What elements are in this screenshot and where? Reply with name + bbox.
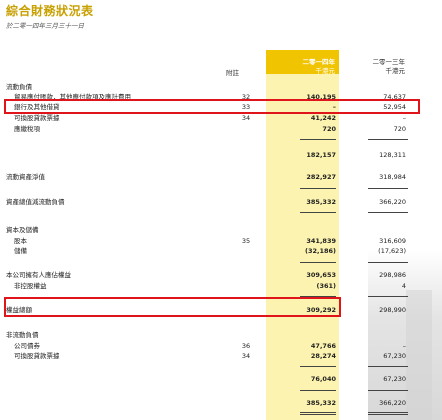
row-current-value: 41,242 (310, 114, 336, 122)
row-prior-value: 366,220 (379, 399, 406, 407)
row-current-value: 76,040 (310, 375, 336, 383)
prior-unit-label: 千港元 (385, 67, 406, 75)
current-year-header: 二零一四年 千港元 (266, 50, 339, 75)
row-prior-value: 316,609 (379, 237, 406, 245)
page-title: 綜合財務狀況表 (6, 4, 94, 18)
row-label: 流動資產淨值 (6, 173, 45, 181)
highlight-box-total-equity (4, 297, 341, 317)
prior-year-header: 二零一三年 千港元 (345, 50, 409, 75)
row-prior-value: 318,984 (379, 173, 406, 181)
row-prior-value: 128,311 (379, 151, 406, 159)
row-current-value: 28,274 (310, 352, 336, 360)
row-non-controlling-interests: 非控股權益 (361) 4 (0, 281, 442, 291)
row-prior-value: 67,230 (383, 352, 406, 360)
row-net-current-assets: 流動資產淨值 282,927 318,984 (0, 172, 442, 182)
row-prior-value: 366,220 (379, 198, 406, 206)
row-prior-value: 720 (393, 125, 406, 133)
row-prior-value: – (402, 114, 406, 122)
row-corporate-bonds: 公司債券 36 47,766 – (0, 341, 442, 351)
row-current-value: (32,186) (304, 247, 336, 255)
current-unit-label: 千港元 (315, 67, 336, 75)
row-label: 非控股權益 (14, 282, 47, 290)
row-prior-value: (17,623) (378, 247, 406, 255)
divider-line (368, 212, 408, 213)
divider-line (368, 390, 408, 391)
divider-line (300, 390, 336, 391)
row-current-value: 282,927 (306, 173, 336, 181)
row-tax-payable: 應繳稅項 720 720 (0, 124, 442, 134)
note-column-header: 附註 (226, 69, 239, 77)
row-label: 可換股貸款票據 (14, 114, 60, 122)
row-current-value: 309,653 (306, 271, 336, 279)
row-prior-value: 298,990 (379, 306, 406, 314)
divider-line (368, 139, 408, 140)
row-current-value: 341,839 (306, 237, 336, 245)
row-prior-value: 298,986 (379, 271, 406, 279)
row-current-value: 47,766 (310, 342, 336, 350)
row-current-value: 385,332 (306, 399, 336, 407)
highlight-box-bank-borrowings (4, 99, 420, 114)
double-underline (368, 414, 408, 415)
row-label: 儲備 (14, 247, 27, 255)
row-grand-total: 385,332 366,220 (0, 398, 442, 408)
row-current-value: 720 (322, 125, 336, 133)
row-reserves: 儲備 (32,186) (17,623) (0, 246, 442, 256)
divider-line (300, 212, 336, 213)
divider-line (300, 366, 336, 367)
row-label: 應繳稅項 (14, 125, 40, 133)
row-capital-reserves-heading: 資本及儲備 (0, 225, 442, 235)
row-current-liabilities-total: 182,157 128,311 (0, 150, 442, 160)
row-current-value: 182,157 (306, 151, 336, 159)
page-subtitle: 於二零一四年三月三十一日 (6, 22, 84, 30)
row-convertible-notes-current: 可換股貸款票據 34 41,242 – (0, 113, 442, 123)
row-non-current-liabilities-heading: 非流動負債 (0, 330, 442, 340)
row-note: 34 (241, 114, 251, 122)
row-current-liabilities-heading: 流動負債 (0, 82, 442, 92)
row-note: 36 (241, 342, 251, 350)
row-equity-attributable-to-owners: 本公司擁有人應佔權益 309,653 298,986 (0, 270, 442, 280)
divider-line (300, 262, 336, 263)
row-non-current-liabilities-total: 76,040 67,230 (0, 374, 442, 384)
row-label: 可換股貸款票據 (14, 352, 60, 360)
row-label: 本公司擁有人應佔權益 (6, 271, 71, 279)
row-note: 35 (241, 237, 251, 245)
row-label: 流動負債 (6, 83, 32, 91)
divider-line (300, 188, 336, 189)
double-underline (368, 412, 408, 413)
double-underline (300, 412, 336, 413)
row-current-value: (361) (316, 282, 336, 290)
row-share-capital: 股本 35 341,839 316,609 (0, 236, 442, 246)
row-total-assets-less-current-liabilities: 資產總值減流動負債 385,332 366,220 (0, 197, 442, 207)
row-label: 資本及儲備 (6, 226, 39, 234)
divider-line (368, 188, 408, 189)
row-prior-value: 67,230 (383, 375, 406, 383)
row-prior-value: – (402, 342, 406, 350)
divider-line (368, 296, 408, 297)
row-note: 34 (241, 352, 251, 360)
row-label: 股本 (14, 237, 27, 245)
double-underline (300, 414, 336, 415)
row-convertible-notes-non-current: 可換股貸款票據 34 28,274 67,230 (0, 351, 442, 361)
row-prior-value: 4 (401, 282, 406, 290)
row-label: 非流動負債 (6, 331, 39, 339)
row-current-value: 385,332 (306, 198, 336, 206)
row-label: 資產總值減流動負債 (6, 198, 65, 206)
divider-line (300, 139, 336, 140)
divider-line (368, 262, 408, 263)
row-label: 公司債券 (14, 342, 40, 350)
divider-line (368, 366, 408, 367)
